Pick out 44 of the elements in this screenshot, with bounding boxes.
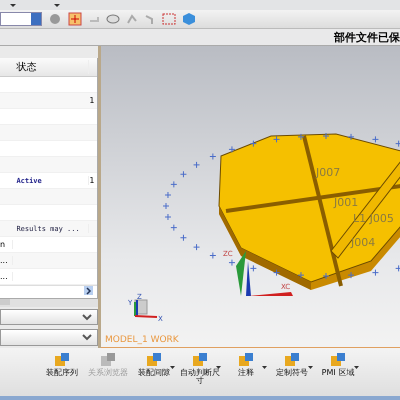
ribbon-tool-icon [145, 352, 163, 368]
coordinate-axes-drawing [236, 251, 293, 296]
ribbon-tool-icon [283, 352, 301, 368]
dropdown-arrow-icon[interactable] [54, 4, 60, 6]
ribbon-tool-icon [329, 352, 347, 368]
view-label: MODEL_1 WORK [105, 335, 179, 345]
ribbon-button[interactable]: PMI 区域 [316, 350, 360, 394]
ribbon-tool-icon [237, 352, 255, 368]
ribbon-button[interactable]: 装配序列 [40, 350, 84, 394]
dropdown-arrow-icon[interactable] [216, 366, 221, 369]
status-message: 部件文件已保 [334, 30, 400, 44]
table-cell: 1 [89, 96, 94, 105]
scrollbar-thumb[interactable] [0, 299, 10, 305]
scroll-right-button[interactable] [84, 286, 93, 295]
ribbon-button[interactable]: 定制符号 [270, 350, 314, 394]
table-cell: ... [0, 272, 8, 281]
chevron-right-icon [85, 286, 92, 294]
cube-icon[interactable] [182, 12, 196, 26]
part-label: J001 [334, 196, 358, 209]
ribbon-tool-icon [53, 352, 71, 368]
ribbon-button[interactable]: 注释 [224, 350, 268, 394]
ribbon-tool-icon [191, 352, 209, 368]
dropdown-arrow-icon[interactable] [10, 4, 16, 6]
dropdown-arrow-icon[interactable] [262, 366, 267, 369]
view-triad-icon [134, 300, 158, 318]
part-label: J004 [351, 236, 376, 249]
ribbon-button[interactable]: 自动判断尺寸 [178, 350, 222, 394]
ribbon-button[interactable]: 装配间隙 [132, 350, 176, 394]
table-cell: 1 [89, 176, 94, 185]
assembly-model-drawing[interactable] [218, 134, 400, 290]
dropdown[interactable] [0, 329, 98, 346]
chevron-down-icon [82, 314, 92, 321]
dropdown-arrow-icon[interactable] [308, 366, 313, 369]
selection-box-icon[interactable] [162, 13, 176, 25]
table-cell: n [0, 240, 6, 249]
snap-point-icon[interactable] [68, 12, 82, 26]
part-label: J007 [316, 166, 340, 179]
selection-dropdown[interactable] [0, 12, 42, 26]
dropdown[interactable] [0, 308, 98, 326]
chevron-down-icon [82, 334, 92, 342]
ribbon-tool-icon [99, 352, 117, 368]
dropdown-arrow-icon[interactable] [170, 366, 175, 369]
table-cell: ... [0, 256, 8, 265]
dropdown-arrow-icon[interactable] [354, 366, 359, 369]
